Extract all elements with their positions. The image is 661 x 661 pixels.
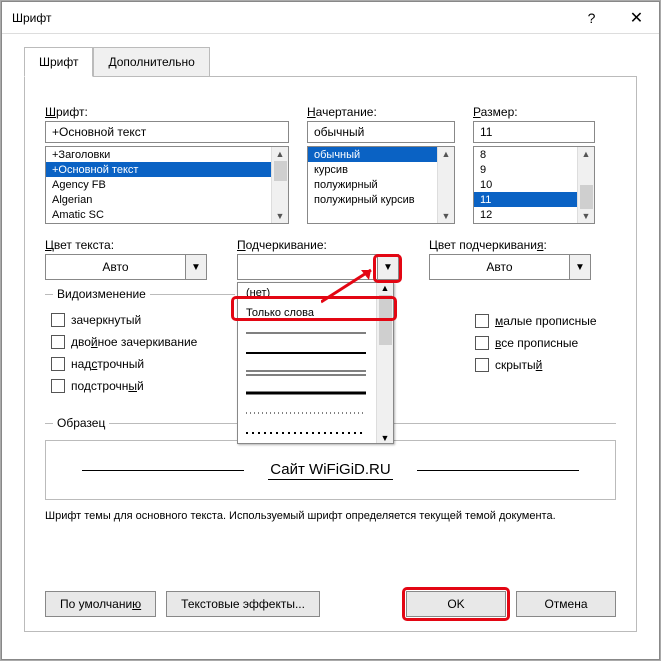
font-dialog: Шрифт ? ✕ Шрифт Дополнительно Шрифт: +За… [1,1,660,660]
color-combo[interactable]: Авто ▼ [45,254,213,280]
checkbox-superscript[interactable]: надстрочный [51,357,227,371]
size-input[interactable] [473,121,595,143]
texteffects-button[interactable]: Текстовые эффекты... [166,591,320,617]
dropdown-option-line[interactable] [238,363,393,383]
ucolor-value: Авто [429,254,569,280]
close-button[interactable]: ✕ [614,2,659,34]
scrollbar[interactable]: ▲ ▼ [577,147,594,223]
list-item[interactable]: полужирный [308,177,437,192]
checkbox-smallcaps[interactable]: малые прописные [475,314,597,328]
font-label: Шрифт: [45,105,289,119]
list-item[interactable]: Algerian [46,192,271,207]
tab-advanced-label: Дополнительно [108,55,194,69]
underline-value [237,254,377,280]
list-item[interactable]: 9 [474,162,577,177]
chevron-down-icon[interactable]: ▼ [569,254,591,280]
color-label: Цвет текста: [45,238,213,252]
color-value: Авто [45,254,185,280]
checkbox-hidden[interactable]: скрытый [475,358,597,372]
list-item[interactable]: 8 [474,147,577,162]
checkbox-label: подстрочный [71,379,144,393]
scroll-up-icon[interactable]: ▲ [381,283,390,293]
scrollbar[interactable]: ▲ ▼ [437,147,454,223]
list-item[interactable]: полужирный курсив [308,192,437,207]
checkbox-label: малые прописные [495,314,597,328]
checkbox-label: надстрочный [71,357,144,371]
chevron-down-icon[interactable]: ▼ [185,254,207,280]
tab-font-label: Шрифт [39,55,78,69]
style-list[interactable]: обычный курсив полужирный полужирный кур… [307,146,455,224]
checkbox-allcaps[interactable]: все прописные [475,336,597,350]
style-input[interactable] [307,121,455,143]
scrollbar[interactable]: ▲ ▼ [271,147,288,223]
scroll-down-icon[interactable]: ▼ [442,209,451,223]
ok-button[interactable]: OK [406,591,506,617]
checkbox-strike[interactable]: зачеркнутый [51,313,227,327]
scroll-thumb[interactable] [580,185,593,209]
scrollbar[interactable]: ▲ ▼ [376,283,393,443]
default-button[interactable]: По умолчанию [45,591,156,617]
cancel-button[interactable]: Отмена [516,591,616,617]
ucolor-label: Цвет подчеркивания: [429,238,597,252]
tab-advanced[interactable]: Дополнительно [93,47,209,77]
preview-box: Сайт WiFiGiD.RU [45,440,616,500]
checkbox-label: зачеркнутый [71,313,141,327]
button-label: OK [447,597,464,611]
preview-title: Образец [53,416,109,430]
size-list[interactable]: 8 9 10 11 12 ▲ ▼ [473,146,595,224]
list-item[interactable]: 12 [474,207,577,222]
underline-label: Подчеркивание: [237,238,405,252]
checkbox-dstrike[interactable]: двойное зачеркивание [51,335,227,349]
help-button[interactable]: ? [569,2,614,34]
preview-text: Сайт WiFiGiD.RU [268,461,392,480]
list-item[interactable]: курсив [308,162,437,177]
dialog-title: Шрифт [12,11,51,25]
list-item[interactable]: +Заголовки [46,147,271,162]
scroll-down-icon[interactable]: ▼ [381,433,390,443]
dropdown-option-words[interactable]: Только слова [238,303,393,323]
font-list[interactable]: +Заголовки +Основной текст Agency FB Alg… [45,146,289,224]
effects-title: Видоизменение [53,287,150,301]
list-item[interactable]: обычный [308,147,437,162]
tab-font[interactable]: Шрифт [24,47,93,77]
checkbox-label: скрытый [495,358,542,372]
font-input[interactable] [45,121,289,143]
dropdown-option-none[interactable]: (нет) [238,283,393,303]
dropdown-option-line[interactable] [238,343,393,363]
scroll-down-icon[interactable]: ▼ [582,209,591,223]
scroll-down-icon[interactable]: ▼ [276,209,285,223]
button-label: По умолчанию [60,597,141,611]
effects-group: Видоизменение зачеркнутый двойное зачерк… [45,294,235,401]
size-label: Размер: [473,105,595,119]
scroll-thumb[interactable] [274,161,287,181]
chevron-down-icon[interactable]: ▼ [377,254,399,280]
scroll-thumb[interactable] [379,295,392,345]
checkbox-subscript[interactable]: подстрочный [51,379,227,393]
checkbox-label: двойное зачеркивание [71,335,197,349]
list-item[interactable]: 11 [474,192,577,207]
underline-dropdown[interactable]: (нет) Только слова ▲ ▼ [237,282,394,444]
tabs: Шрифт Дополнительно [24,46,659,76]
scroll-up-icon[interactable]: ▲ [442,147,451,161]
button-label: Текстовые эффекты... [181,597,305,611]
dropdown-option-line[interactable] [238,323,393,343]
list-item[interactable]: 10 [474,177,577,192]
list-item[interactable]: Amatic SC [46,207,271,222]
dropdown-option-line[interactable] [238,423,393,443]
list-item[interactable]: +Основной текст [46,162,271,177]
list-item[interactable]: Agency FB [46,177,271,192]
checkbox-label: все прописные [495,336,578,350]
ucolor-combo[interactable]: Авто ▼ [429,254,597,280]
button-label: Отмена [544,597,587,611]
dropdown-option-line[interactable] [238,403,393,423]
effects-right: малые прописные все прописные скрытый [475,314,597,401]
style-label: Начертание: [307,105,455,119]
dropdown-option-line[interactable] [238,383,393,403]
underline-combo[interactable]: ▼ [237,254,405,280]
tab-panel: Шрифт: +Заголовки +Основной текст Agency… [24,76,637,632]
scroll-up-icon[interactable]: ▲ [582,147,591,161]
titlebar: Шрифт ? ✕ [2,2,659,34]
scroll-up-icon[interactable]: ▲ [276,147,285,161]
theme-note: Шрифт темы для основного текста. Использ… [45,510,616,522]
